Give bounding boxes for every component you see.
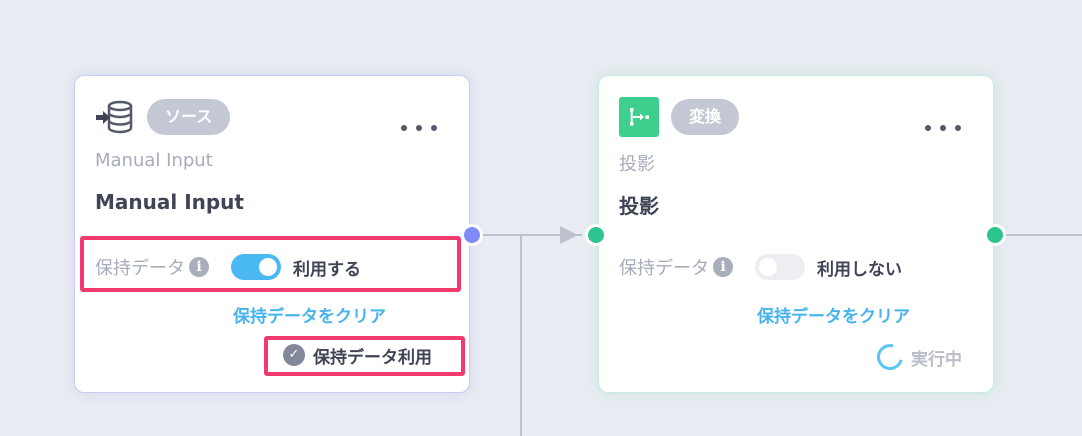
toggle-state-label: 利用する: [293, 259, 361, 280]
transform-node-card[interactable]: 変換 投影 投影 保持データ i 利用しない 保持データをクリア 実行中: [598, 75, 994, 393]
source-output-port[interactable]: [461, 224, 483, 246]
node-type-badge: ソース: [147, 99, 231, 135]
connector-branch-line: [520, 235, 522, 436]
transform-input-port[interactable]: [585, 224, 607, 246]
keep-data-toggle[interactable]: [755, 254, 805, 280]
node-subtitle: Manual Input: [95, 150, 213, 171]
node-title: Manual Input: [95, 190, 244, 214]
connector-line-out: [1004, 234, 1082, 236]
transform-icon: [619, 97, 659, 137]
transform-output-port[interactable]: [984, 224, 1006, 246]
clear-keep-data-link[interactable]: 保持データをクリア: [757, 302, 910, 327]
toggle-knob: [759, 258, 777, 276]
more-menu-icon[interactable]: [401, 122, 437, 134]
flow-canvas: ソース Manual Input Manual Input 保持データ i 利用…: [0, 0, 1082, 436]
running-status: 実行中: [872, 339, 962, 375]
source-node-card[interactable]: ソース Manual Input Manual Input 保持データ i 利用…: [74, 75, 470, 393]
using-cache-label: 保持データ利用: [313, 347, 432, 368]
keep-data-label: 保持データ: [95, 258, 185, 279]
toggle-state-label: 利用しない: [817, 259, 902, 280]
more-menu-icon[interactable]: [925, 122, 961, 134]
clear-keep-data-link[interactable]: 保持データをクリア: [233, 302, 386, 327]
keep-data-label: 保持データ: [619, 258, 709, 279]
connector-arrow-icon: [560, 226, 578, 244]
check-circle-icon: ✓: [283, 344, 305, 366]
database-import-icon: [95, 97, 135, 137]
keep-data-toggle[interactable]: [231, 254, 281, 280]
keep-data-row: 保持データ i 利用しない: [619, 254, 902, 280]
info-icon[interactable]: i: [189, 257, 209, 277]
toggle-knob: [259, 258, 277, 276]
spinner-icon: [872, 339, 908, 375]
keep-data-row: 保持データ i 利用する: [95, 254, 361, 280]
using-cache-indicator: ✓ 保持データ利用: [283, 342, 432, 368]
running-status-label: 実行中: [911, 349, 962, 370]
node-type-badge: 変換: [671, 99, 740, 135]
node-title: 投影: [619, 194, 659, 218]
info-icon[interactable]: i: [713, 257, 733, 277]
node-subtitle: 投影: [619, 154, 655, 175]
